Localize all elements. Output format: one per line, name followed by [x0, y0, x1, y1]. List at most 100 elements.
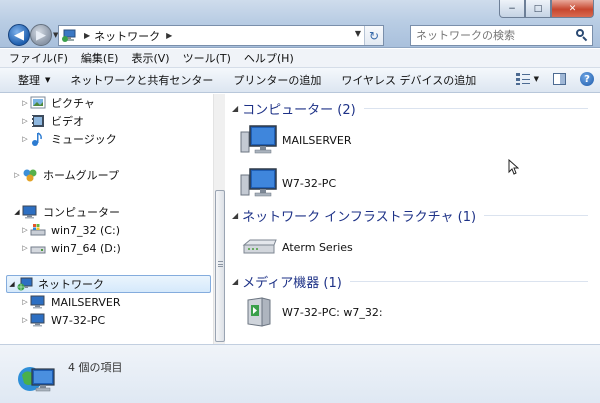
item-label-aterm-series: Aterm Series — [282, 240, 353, 254]
toolbar-right: ▼ ? — [515, 72, 594, 86]
nav-item-homegroup[interactable]: ▷ ホームグループ — [12, 166, 119, 184]
navigation-pane: ▷ ピクチャ ▷ ビデオ ▷ ミュージック ▷ ホームグループ ◢ コンピュータ… — [0, 94, 213, 344]
breadcrumb-network[interactable]: ネットワーク — [94, 28, 160, 44]
collapse-arrow-icon[interactable]: ◢ — [7, 280, 17, 288]
expand-arrow-icon[interactable]: ▷ — [20, 226, 30, 234]
collapse-arrow-icon[interactable]: ◢ — [232, 104, 238, 113]
refresh-icon[interactable]: ↻ — [364, 26, 383, 45]
media-server-icon — [240, 296, 280, 328]
computer-icon — [22, 205, 38, 219]
nav-item-pictures[interactable]: ▷ ピクチャ — [20, 94, 95, 112]
address-bar[interactable]: ▶ ネットワーク ▶ ▼ ↻ — [58, 25, 384, 46]
network-item-media-w7-32-pc[interactable]: W7-32-PC: w7_32: — [240, 296, 383, 328]
network-item-aterm-series[interactable]: Aterm Series — [240, 231, 353, 263]
network-icon — [62, 29, 78, 42]
network-item-w7-32-pc[interactable]: W7-32-PC — [240, 167, 336, 199]
expand-arrow-icon[interactable]: ▷ — [20, 244, 30, 252]
group-header-network-infrastructure[interactable]: ◢ ネットワーク インフラストラクチャ (1) — [232, 206, 588, 225]
organize-button[interactable]: 整理 ▼ — [18, 72, 50, 88]
nav-item-network[interactable]: ◢ ネットワーク — [6, 275, 211, 293]
expand-arrow-icon[interactable]: ▷ — [20, 298, 30, 306]
nav-item-drive-d[interactable]: ▷ win7_64 (D:) — [20, 239, 120, 257]
search-icon[interactable] — [576, 29, 588, 42]
back-arrow-icon[interactable]: ◀ — [8, 24, 30, 46]
collapse-arrow-icon[interactable]: ◢ — [232, 277, 238, 286]
group-header-computers[interactable]: ◢ コンピューター (2) — [232, 99, 588, 118]
menu-help[interactable]: ヘルプ(H) — [244, 50, 294, 66]
group-divider — [363, 108, 588, 109]
system-drive-icon — [30, 223, 46, 237]
expand-arrow-icon[interactable]: ▷ — [20, 99, 30, 107]
homegroup-icon — [22, 168, 38, 182]
expand-arrow-icon[interactable]: ▷ — [20, 135, 30, 143]
views-icon[interactable] — [515, 73, 530, 85]
mouse-cursor-icon — [508, 159, 519, 175]
chevron-down-icon: ▼ — [45, 76, 51, 84]
views-dropdown-icon[interactable]: ▼ — [534, 75, 539, 83]
menu-view[interactable]: 表示(V) — [131, 50, 169, 66]
router-icon — [240, 231, 280, 263]
search-box[interactable] — [410, 25, 593, 46]
nav-item-drive-c[interactable]: ▷ win7_32 (C:) — [20, 221, 120, 239]
group-title: メディア機器 (1) — [242, 276, 342, 291]
pictures-icon — [30, 96, 46, 110]
item-label-mailserver: MAILSERVER — [282, 133, 352, 147]
minimize-button[interactable]: − — [499, 0, 525, 18]
item-label-w7-32-pc: W7-32-PC — [282, 176, 337, 190]
maximize-button[interactable]: □ — [525, 0, 551, 18]
item-count-label: 4 個の項目 — [68, 361, 123, 374]
hard-drive-icon — [30, 241, 46, 255]
nav-label-network: ネットワーク — [38, 278, 104, 291]
add-wireless-device-button[interactable]: ワイヤレス デバイスの追加 — [341, 72, 476, 88]
add-printer-button[interactable]: プリンターの追加 — [233, 72, 321, 88]
nav-label-homegroup: ホームグループ — [43, 169, 120, 182]
nav-item-computer[interactable]: ◢ コンピューター — [12, 203, 120, 221]
menu-file[interactable]: ファイル(F) — [9, 50, 68, 66]
menu-edit[interactable]: 編集(E) — [81, 50, 119, 66]
content-pane: ◢ コンピューター (2) MAILSERVER W7-32-PC ◢ ネットワ… — [226, 94, 600, 344]
scrollbar-thumb[interactable] — [215, 190, 225, 342]
group-title: ネットワーク インフラストラクチャ (1) — [242, 210, 477, 225]
computer-icon — [30, 295, 46, 309]
nav-item-w7-32-pc[interactable]: ▷ W7-32-PC — [20, 311, 105, 329]
computer-icon — [240, 167, 280, 199]
expand-arrow-icon[interactable]: ▷ — [20, 117, 30, 125]
scrollbar-grip-icon — [218, 261, 223, 267]
address-dropdown-icon[interactable]: ▼ — [355, 29, 361, 38]
network-item-mailserver[interactable]: MAILSERVER — [240, 124, 351, 156]
close-button[interactable]: ✕ — [551, 0, 594, 18]
menu-bar: ファイル(F) 編集(E) 表示(V) ツール(T) ヘルプ(H) — [0, 49, 600, 68]
video-icon — [30, 114, 46, 128]
nav-item-mailserver[interactable]: ▷ MAILSERVER — [20, 293, 120, 311]
breadcrumb-separator-icon[interactable]: ▶ — [166, 31, 172, 40]
expand-arrow-icon[interactable]: ▷ — [12, 171, 22, 179]
group-title: コンピューター (2) — [242, 103, 356, 118]
help-icon[interactable]: ? — [580, 72, 594, 86]
nav-label-w7-32-pc: W7-32-PC — [51, 313, 106, 327]
item-label-media-w7-32-pc: W7-32-PC: w7_32: — [282, 305, 383, 319]
forward-arrow-icon[interactable]: ▶ — [30, 24, 52, 46]
nav-item-video[interactable]: ▷ ビデオ — [20, 112, 84, 130]
nav-label-pictures: ピクチャ — [51, 97, 95, 110]
group-divider — [349, 281, 588, 282]
music-icon — [30, 132, 46, 146]
expand-arrow-icon[interactable]: ▷ — [20, 316, 30, 324]
collapse-arrow-icon[interactable]: ◢ — [232, 211, 238, 220]
collapse-arrow-icon[interactable]: ◢ — [12, 208, 22, 216]
menu-tools[interactable]: ツール(T) — [183, 50, 231, 66]
nav-label-computer: コンピューター — [43, 206, 120, 219]
network-sharing-center-button[interactable]: ネットワークと共有センター — [70, 72, 213, 88]
group-header-media-devices[interactable]: ◢ メディア機器 (1) — [232, 272, 588, 291]
breadcrumb-separator-icon[interactable]: ▶ — [84, 31, 90, 40]
navigation-scrollbar[interactable] — [213, 94, 225, 344]
nav-label-mailserver: MAILSERVER — [51, 295, 121, 309]
network-icon — [17, 277, 33, 291]
command-bar: 整理 ▼ ネットワークと共有センター プリンターの追加 ワイヤレス デバイスの追… — [0, 68, 600, 93]
nav-label-drive-c: win7_32 (C:) — [51, 223, 120, 237]
nav-item-music[interactable]: ▷ ミュージック — [20, 130, 117, 148]
search-input[interactable] — [416, 29, 571, 42]
nav-label-video: ビデオ — [51, 115, 84, 128]
preview-pane-icon[interactable] — [553, 73, 566, 85]
window-controls: − □ ✕ — [499, 0, 594, 18]
computer-icon — [30, 313, 46, 327]
